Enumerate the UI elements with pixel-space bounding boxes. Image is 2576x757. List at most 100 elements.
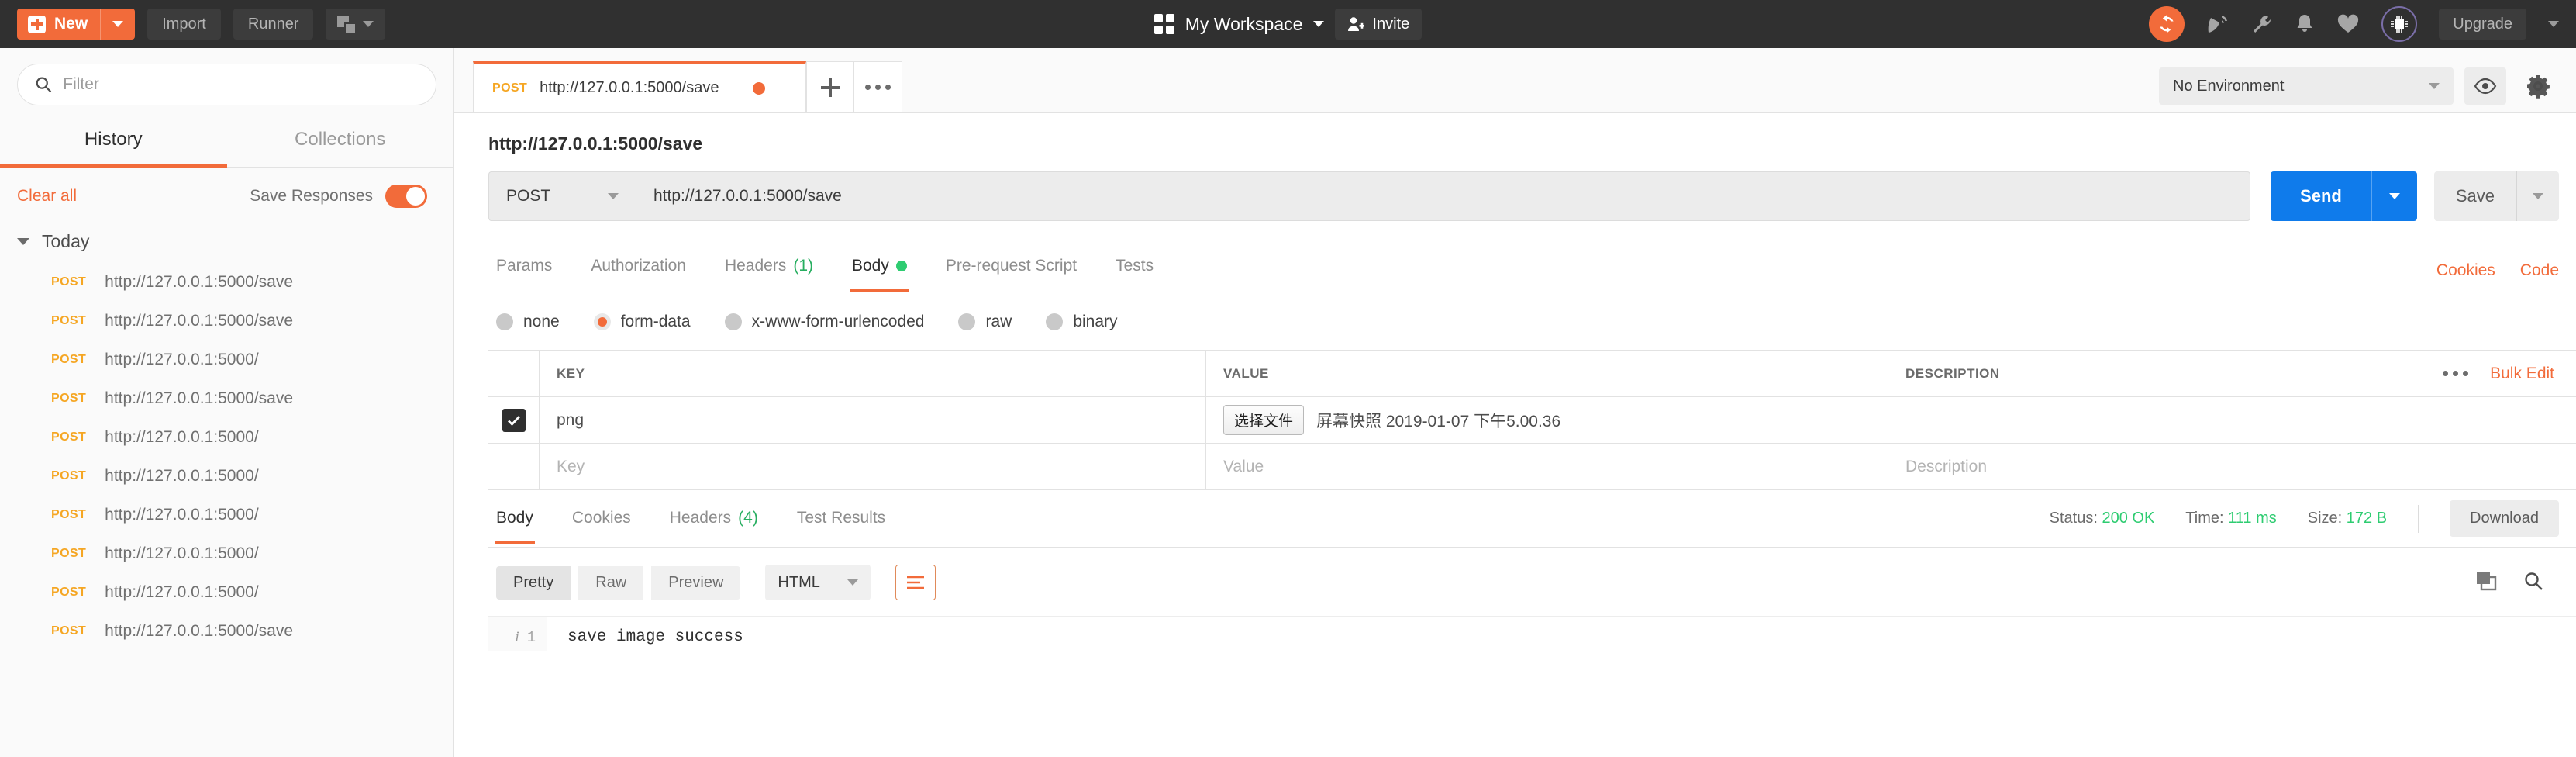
choose-file-button[interactable]: 选择文件: [1223, 405, 1305, 435]
list-item[interactable]: POST http://127.0.0.1:5000/: [0, 340, 453, 379]
ellipsis-icon: [865, 85, 891, 90]
cookies-link[interactable]: Cookies: [2436, 261, 2495, 280]
tab-options-button[interactable]: [854, 61, 902, 112]
tab-pre-request-script[interactable]: Pre-request Script: [944, 249, 1078, 292]
sync-button[interactable]: [2149, 6, 2185, 42]
environment-quick-look-button[interactable]: [2464, 67, 2506, 105]
table-row[interactable]: png 选择文件 屏幕快照 2019-01-07 下午5.00.36: [488, 397, 2576, 444]
list-item[interactable]: POST http://127.0.0.1:5000/save: [0, 379, 453, 418]
url-input[interactable]: http://127.0.0.1:5000/save: [636, 171, 2251, 221]
new-value-placeholder[interactable]: Value: [1223, 458, 1264, 476]
postman-app: New Import Runner My Workspace Invite Up…: [0, 0, 2576, 757]
runner-button[interactable]: Runner: [233, 9, 314, 40]
upgrade-button[interactable]: Upgrade: [2439, 9, 2526, 40]
response-tab-body[interactable]: Body: [495, 493, 535, 544]
environment-select[interactable]: No Environment: [2159, 67, 2454, 105]
wrap-lines-button[interactable]: [895, 565, 936, 600]
radio-urlencoded[interactable]: x-www-form-urlencoded: [724, 313, 925, 331]
list-item[interactable]: POST http://127.0.0.1:5000/save: [0, 612, 453, 651]
favorites-button[interactable]: [2336, 13, 2360, 35]
view-mode-preview[interactable]: Preview: [651, 565, 741, 600]
chip-button[interactable]: [2381, 6, 2418, 42]
list-item[interactable]: POST http://127.0.0.1:5000/: [0, 418, 453, 457]
search-response-button[interactable]: [2523, 571, 2543, 595]
list-item-url: http://127.0.0.1:5000/: [105, 428, 259, 446]
clear-all-button[interactable]: Clear all: [17, 187, 77, 206]
new-window-button[interactable]: [326, 9, 386, 40]
response-tab-headers[interactable]: Headers (4): [668, 493, 760, 544]
list-item[interactable]: POST http://127.0.0.1:5000/save: [0, 302, 453, 340]
chevron-down-icon[interactable]: [2548, 21, 2559, 27]
save-responses-toggle[interactable]: [385, 185, 427, 208]
new-dropdown-caret[interactable]: [100, 9, 135, 40]
invite-button[interactable]: Invite: [1335, 9, 1422, 40]
radio-icon: [958, 313, 976, 330]
send-dropdown-caret[interactable]: [2371, 171, 2417, 221]
grid-icon: [1154, 14, 1174, 34]
copy-button[interactable]: [2475, 571, 2497, 595]
response-tab-headers-count: (4): [738, 509, 758, 527]
satellite-icon: [2208, 16, 2228, 33]
tab-headers[interactable]: Headers (1): [723, 249, 815, 292]
response-tab-cookies[interactable]: Cookies: [571, 493, 633, 544]
size-value: 172 B: [2346, 510, 2388, 527]
new-description-placeholder[interactable]: Description: [1905, 458, 1987, 476]
list-item-method: POST: [51, 353, 87, 366]
method-select[interactable]: POST: [488, 171, 636, 221]
radio-urlencoded-label: x-www-form-urlencoded: [751, 313, 925, 330]
sidebar-tab-collections[interactable]: Collections: [227, 116, 454, 168]
settings-button[interactable]: [2517, 67, 2559, 105]
send-button[interactable]: Send: [2271, 171, 2417, 221]
tab-body[interactable]: Body: [850, 249, 909, 292]
table-options-icon[interactable]: [2443, 371, 2469, 376]
tab-tests[interactable]: Tests: [1114, 249, 1155, 292]
workspace-selector[interactable]: My Workspace Invite: [1106, 9, 1471, 40]
radio-none[interactable]: none: [496, 313, 560, 331]
list-item[interactable]: POST http://127.0.0.1:5000/: [0, 496, 453, 534]
radio-binary[interactable]: binary: [1046, 313, 1118, 331]
list-item[interactable]: POST http://127.0.0.1:5000/: [0, 573, 453, 612]
radio-raw-label: raw: [985, 313, 1012, 330]
bulk-edit-link[interactable]: Bulk Edit: [2490, 365, 2554, 383]
new-key-placeholder[interactable]: Key: [557, 458, 585, 476]
sidebar-tab-history-label: History: [84, 129, 143, 150]
list-item[interactable]: POST http://127.0.0.1:5000/: [0, 457, 453, 496]
row-checkbox[interactable]: [502, 408, 526, 432]
new-button[interactable]: New: [17, 9, 136, 40]
save-request-button[interactable]: Save: [2433, 171, 2559, 221]
view-mode-pretty[interactable]: Pretty: [496, 565, 571, 600]
method-value: POST: [506, 187, 551, 205]
list-item[interactable]: POST http://127.0.0.1:5000/: [0, 534, 453, 573]
radio-form-data[interactable]: form-data: [593, 313, 691, 331]
tab-params[interactable]: Params: [495, 249, 553, 292]
code-link[interactable]: Code: [2520, 261, 2559, 280]
format-select[interactable]: HTML: [765, 565, 871, 600]
history-group-today[interactable]: Today: [0, 223, 453, 263]
tab-authorization[interactable]: Authorization: [589, 249, 688, 292]
list-item-url: http://127.0.0.1:5000/: [105, 467, 259, 485]
save-dropdown-caret[interactable]: [2516, 171, 2559, 221]
radio-raw[interactable]: raw: [958, 313, 1012, 331]
view-mode-raw[interactable]: Raw: [578, 565, 644, 600]
satellite-button[interactable]: [2206, 13, 2229, 35]
filter-box[interactable]: [17, 64, 436, 105]
import-button[interactable]: Import: [147, 9, 221, 40]
response-tab-headers-label: Headers: [669, 509, 732, 527]
add-tab-button[interactable]: [806, 61, 854, 112]
table-row-empty[interactable]: Key Value Description: [488, 444, 2576, 490]
search-input[interactable]: [63, 75, 419, 94]
notifications-button[interactable]: [2295, 13, 2315, 35]
status-value: 200 OK: [2102, 510, 2155, 527]
upgrade-button-label: Upgrade: [2453, 15, 2512, 33]
request-tab-active[interactable]: POST http://127.0.0.1:5000/save: [473, 61, 806, 112]
new-button-label: New: [54, 15, 88, 33]
response-tab-test-results[interactable]: Test Results: [795, 493, 887, 544]
wrench-button[interactable]: [2251, 13, 2273, 35]
wrench-icon: [2254, 16, 2271, 33]
search-icon: [36, 77, 52, 93]
download-button[interactable]: Download: [2450, 500, 2559, 537]
list-item-method: POST: [51, 314, 87, 327]
import-button-label: Import: [162, 15, 206, 33]
sidebar-tab-history[interactable]: History: [0, 116, 227, 168]
list-item[interactable]: POST http://127.0.0.1:5000/save: [0, 263, 453, 302]
